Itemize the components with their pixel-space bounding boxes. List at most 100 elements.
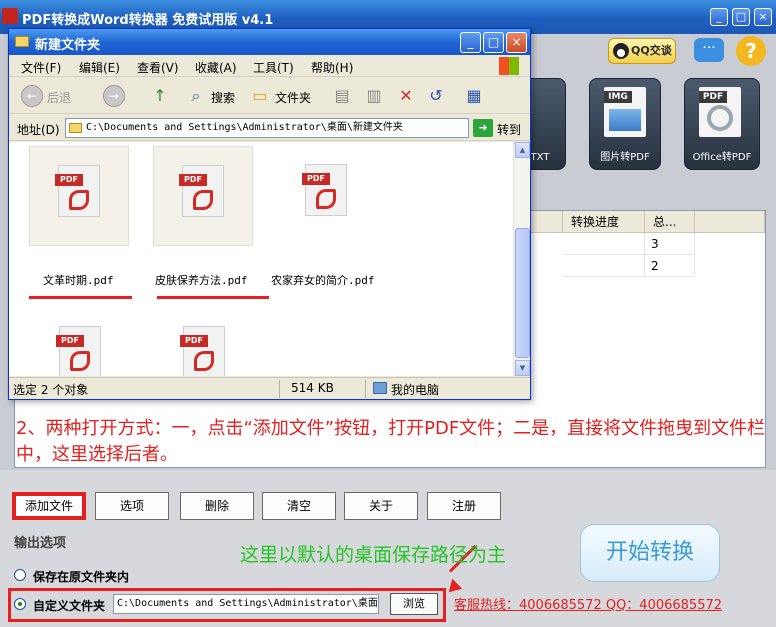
undo-icon[interactable]: ↺ — [425, 85, 447, 107]
back-arrow-icon[interactable]: ← — [21, 85, 43, 107]
go-button-label[interactable]: 转到 — [497, 121, 521, 138]
register-button[interactable]: 注册 — [427, 492, 501, 520]
image-doc-icon: IMG — [604, 87, 646, 137]
menu-view[interactable]: 查看(V) — [137, 59, 179, 76]
explorer-menubar: 文件(F) 编辑(E) 查看(V) 收藏(A) 工具(T) 帮助(H) — [9, 55, 530, 77]
scroll-thumb[interactable] — [515, 228, 530, 358]
copy-to-icon[interactable]: ▥ — [363, 85, 385, 107]
menu-file[interactable]: 文件(F) — [21, 59, 61, 76]
column-header-progress[interactable]: 转换进度 — [563, 211, 645, 233]
annotation-underline — [157, 296, 269, 299]
explorer-window: 新建文件夹 _ □ × 文件(F) 编辑(E) 查看(V) 收藏(A) 工具(T… — [8, 28, 531, 400]
file-item[interactable]: PDF — [31, 308, 131, 376]
pdf-file-icon: PDF — [55, 165, 100, 217]
help-icon[interactable]: ? — [736, 36, 766, 66]
chat-bubble-icon[interactable]: ··· — [694, 38, 724, 62]
go-arrow-icon[interactable]: ➜ — [473, 119, 493, 137]
back-button-label[interactable]: 后退 — [47, 89, 71, 106]
address-label: 地址(D) — [17, 123, 60, 137]
qq-chat-button[interactable]: QQ交谈 — [608, 38, 676, 64]
explorer-titlebar[interactable]: 新建文件夹 _ □ × — [9, 29, 530, 55]
search-button-label[interactable]: 搜索 — [211, 89, 235, 106]
column-header-total[interactable]: 总... — [645, 211, 695, 233]
file-name[interactable]: 皮肤保养方法.pdf — [155, 272, 248, 288]
table-cell: 3 — [645, 233, 695, 255]
tool-card-image-to-pdf[interactable]: IMG 图片转PDF — [589, 78, 661, 170]
menu-favorites[interactable]: 收藏(A) — [195, 59, 237, 76]
minimize-icon[interactable]: _ — [710, 8, 728, 26]
file-item[interactable]: PDF — [29, 146, 129, 246]
close-icon[interactable]: × — [754, 8, 772, 26]
menu-edit[interactable]: 编辑(E) — [79, 59, 120, 76]
explorer-addressbar: 地址(D) C:\Documents and Settings\Administ… — [9, 115, 530, 141]
office-doc-icon: PDF — [699, 87, 741, 137]
annotation-note: 这里以默认的桌面保存路径为主 — [240, 544, 507, 566]
table-cell: 2 — [645, 255, 695, 277]
address-value: C:\Documents and Settings\Administrator\… — [86, 122, 403, 133]
file-item[interactable]: PDF — [277, 146, 377, 246]
status-size: 514 KB — [291, 381, 334, 395]
file-name[interactable]: 农家弃女的简介.pdf — [271, 272, 375, 288]
penguin-icon — [613, 43, 629, 59]
pdf-file-icon: PDF — [179, 165, 224, 217]
scroll-up-icon[interactable]: ▲ — [515, 142, 530, 158]
annotation-underline — [29, 296, 132, 299]
search-icon[interactable]: ⌕ — [185, 85, 207, 107]
pdf-file-icon: PDF — [180, 326, 225, 376]
add-file-button[interactable]: 添加文件 — [12, 492, 86, 520]
up-folder-icon[interactable]: ↑ — [149, 85, 171, 107]
instruction-text: 2、两种打开方式：一，点击“添加文件”按钮，打开PDF文件；二是，直接将文件拖曳… — [16, 418, 766, 465]
browse-button[interactable]: 浏览 — [390, 593, 438, 615]
radio-original-folder[interactable] — [14, 569, 26, 581]
explorer-toolbar: ← 后退 → ↑ ⌕ 搜索 ▭ 文件夹 ▤ ▥ ✕ ↺ ▦ — [9, 78, 530, 114]
status-location: 我的电脑 — [391, 383, 440, 397]
folders-button-label[interactable]: 文件夹 — [275, 89, 311, 106]
explorer-minimize-icon[interactable]: _ — [460, 32, 481, 53]
scroll-down-icon[interactable]: ▼ — [515, 360, 530, 376]
tool-card-office-to-pdf[interactable]: PDF Office转PDF — [684, 78, 760, 170]
folders-icon[interactable]: ▭ — [249, 85, 271, 107]
tool-card-label: 图片转PDF — [600, 152, 650, 163]
table-cell — [563, 255, 645, 277]
file-pane[interactable]: PDF 文革时期.pdf PDF 皮肤保养方法.pdf PDF 农家弃女的简介.… — [9, 142, 513, 376]
start-convert-button[interactable]: 开始转换 — [580, 524, 720, 582]
file-name[interactable]: 文革时期.pdf — [43, 272, 114, 288]
delete-icon[interactable]: ✕ — [395, 85, 417, 107]
output-path-input[interactable]: C:\Documents and Settings\Administrator\… — [113, 594, 379, 614]
radio-custom-folder[interactable] — [14, 598, 26, 610]
options-button[interactable]: 选项 — [95, 492, 169, 520]
pdf-file-icon: PDF — [56, 326, 101, 376]
radio-custom-label[interactable]: 自定义文件夹 — [33, 597, 105, 614]
tool-card-label: Office转PDF — [692, 152, 752, 163]
pdf-file-icon: PDF — [302, 164, 347, 216]
vertical-scrollbar[interactable]: ▲ ▼ — [513, 142, 530, 376]
table-cell — [563, 233, 645, 255]
explorer-close-icon[interactable]: × — [506, 32, 527, 53]
file-item[interactable]: PDF — [153, 146, 253, 246]
column-header-blank — [695, 211, 765, 233]
explorer-title: 新建文件夹 — [35, 38, 101, 53]
forward-arrow-icon[interactable]: → — [103, 85, 125, 107]
output-options-label: 输出选项 — [14, 536, 67, 551]
app-title: PDF转换成Word转换器 免费试用版 v4.1 — [22, 13, 274, 28]
maximize-icon[interactable]: □ — [732, 8, 750, 26]
windows-flag-icon — [499, 57, 519, 75]
app-window: PDF转换成Word转换器 免费试用版 v4.1 _ □ × QQ交谈 ··· … — [0, 0, 776, 627]
file-item[interactable]: PDF — [155, 308, 255, 376]
app-logo-icon — [2, 8, 18, 24]
folder-icon — [69, 123, 82, 133]
explorer-maximize-icon[interactable]: □ — [483, 32, 504, 53]
hotline-link[interactable]: 客服热线：4006685572 QQ：4006685572 — [454, 594, 722, 613]
delete-button[interactable]: 删除 — [180, 492, 254, 520]
explorer-statusbar: 选定 2 个对象 514 KB 我的电脑 — [9, 377, 530, 399]
radio-original-label[interactable]: 保存在原文件夹内 — [33, 568, 129, 585]
menu-tools[interactable]: 工具(T) — [253, 59, 294, 76]
computer-icon — [373, 382, 387, 394]
menu-help[interactable]: 帮助(H) — [311, 59, 353, 76]
clear-button[interactable]: 清空 — [262, 492, 336, 520]
about-button[interactable]: 关于 — [344, 492, 418, 520]
status-selection: 选定 2 个对象 — [13, 383, 89, 397]
move-to-icon[interactable]: ▤ — [331, 85, 353, 107]
address-input[interactable]: C:\Documents and Settings\Administrator\… — [65, 118, 469, 138]
views-icon[interactable]: ▦ — [463, 85, 485, 107]
